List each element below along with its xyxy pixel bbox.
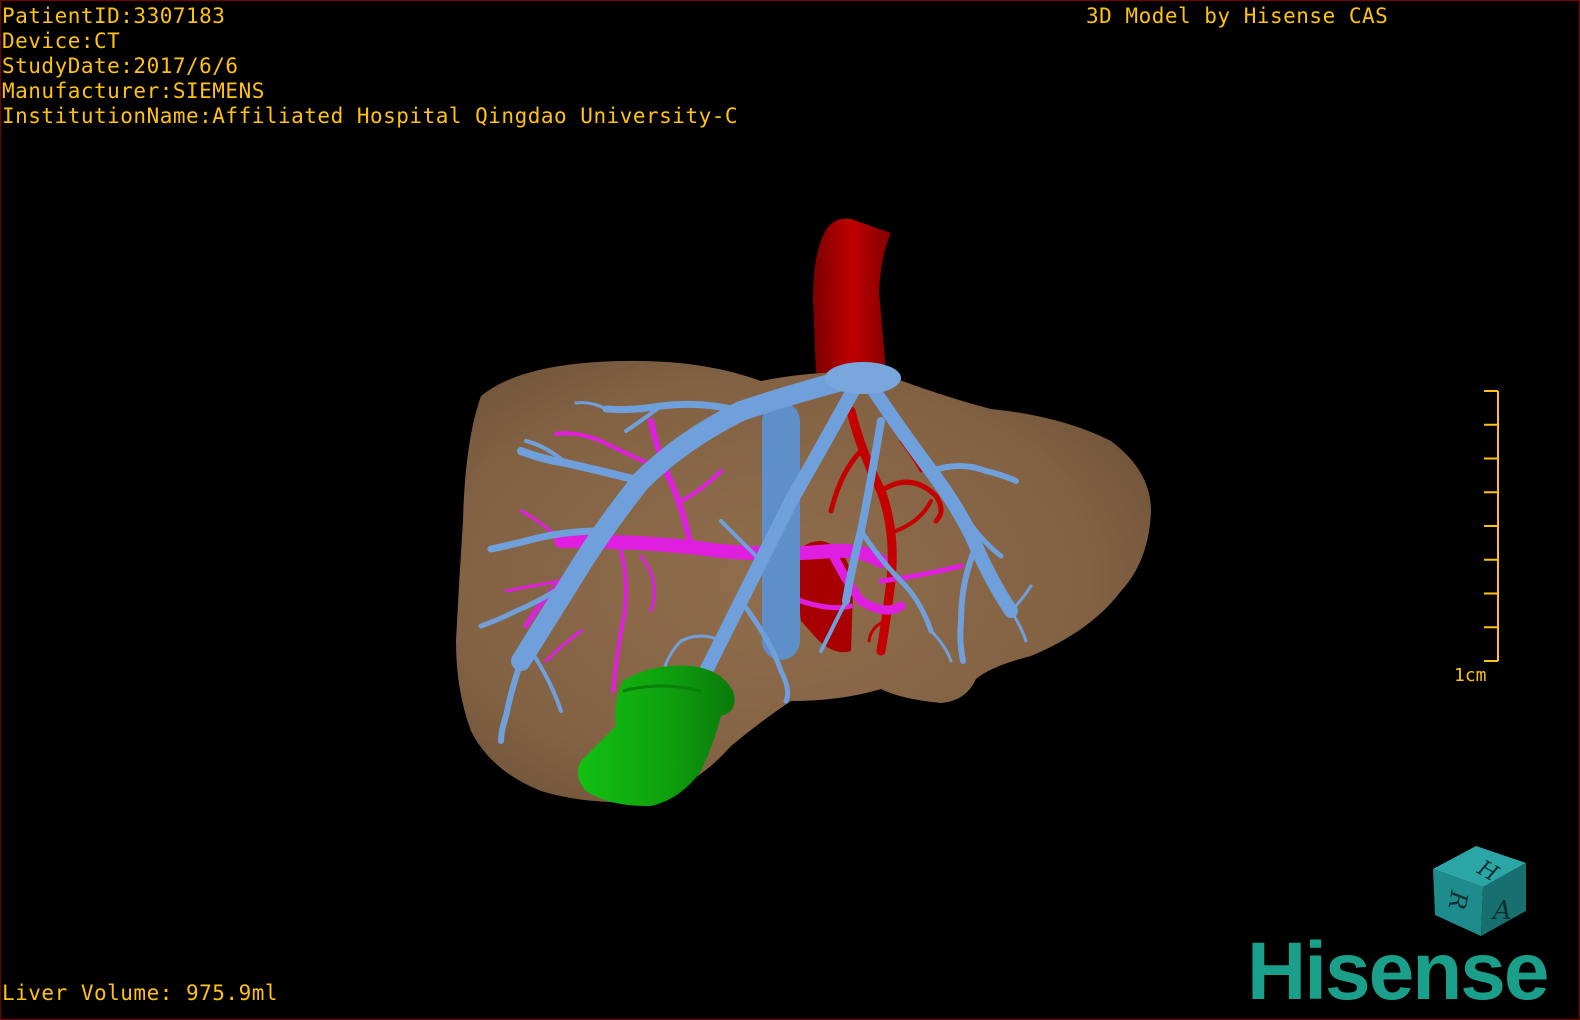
manufacturer-text: Manufacturer:SIEMENS — [2, 79, 265, 103]
inferior-vena-cava — [813, 218, 891, 373]
device-text: Device:CT — [2, 29, 121, 53]
orientation-face-right: A — [1491, 896, 1512, 926]
3d-viewport[interactable]: H R A PatientID:3307183 Device:CT StudyD… — [0, 0, 1580, 1020]
scale-bar — [1484, 390, 1499, 662]
patient-id-text: PatientID:3307183 — [2, 4, 226, 28]
dicom-info-overlay: PatientID:3307183 Device:CT StudyDate:20… — [2, 4, 738, 129]
scale-bar-label: 1cm — [1454, 665, 1487, 686]
liver-volume-text: Liver Volume: 975.9ml — [2, 981, 279, 1005]
hisense-logo: Hisense — [1247, 926, 1550, 1017]
model-credit-text: 3D Model by Hisense CAS — [1086, 4, 1389, 28]
institution-text: InstitutionName:Affiliated Hospital Qing… — [2, 104, 739, 128]
orientation-cube[interactable]: H R A — [1433, 846, 1526, 936]
hepatic-vein-confluence — [825, 362, 901, 394]
study-date-text: StudyDate:2017/6/6 — [2, 54, 239, 78]
liver-3d-model[interactable]: H R A — [1, 1, 1579, 1019]
